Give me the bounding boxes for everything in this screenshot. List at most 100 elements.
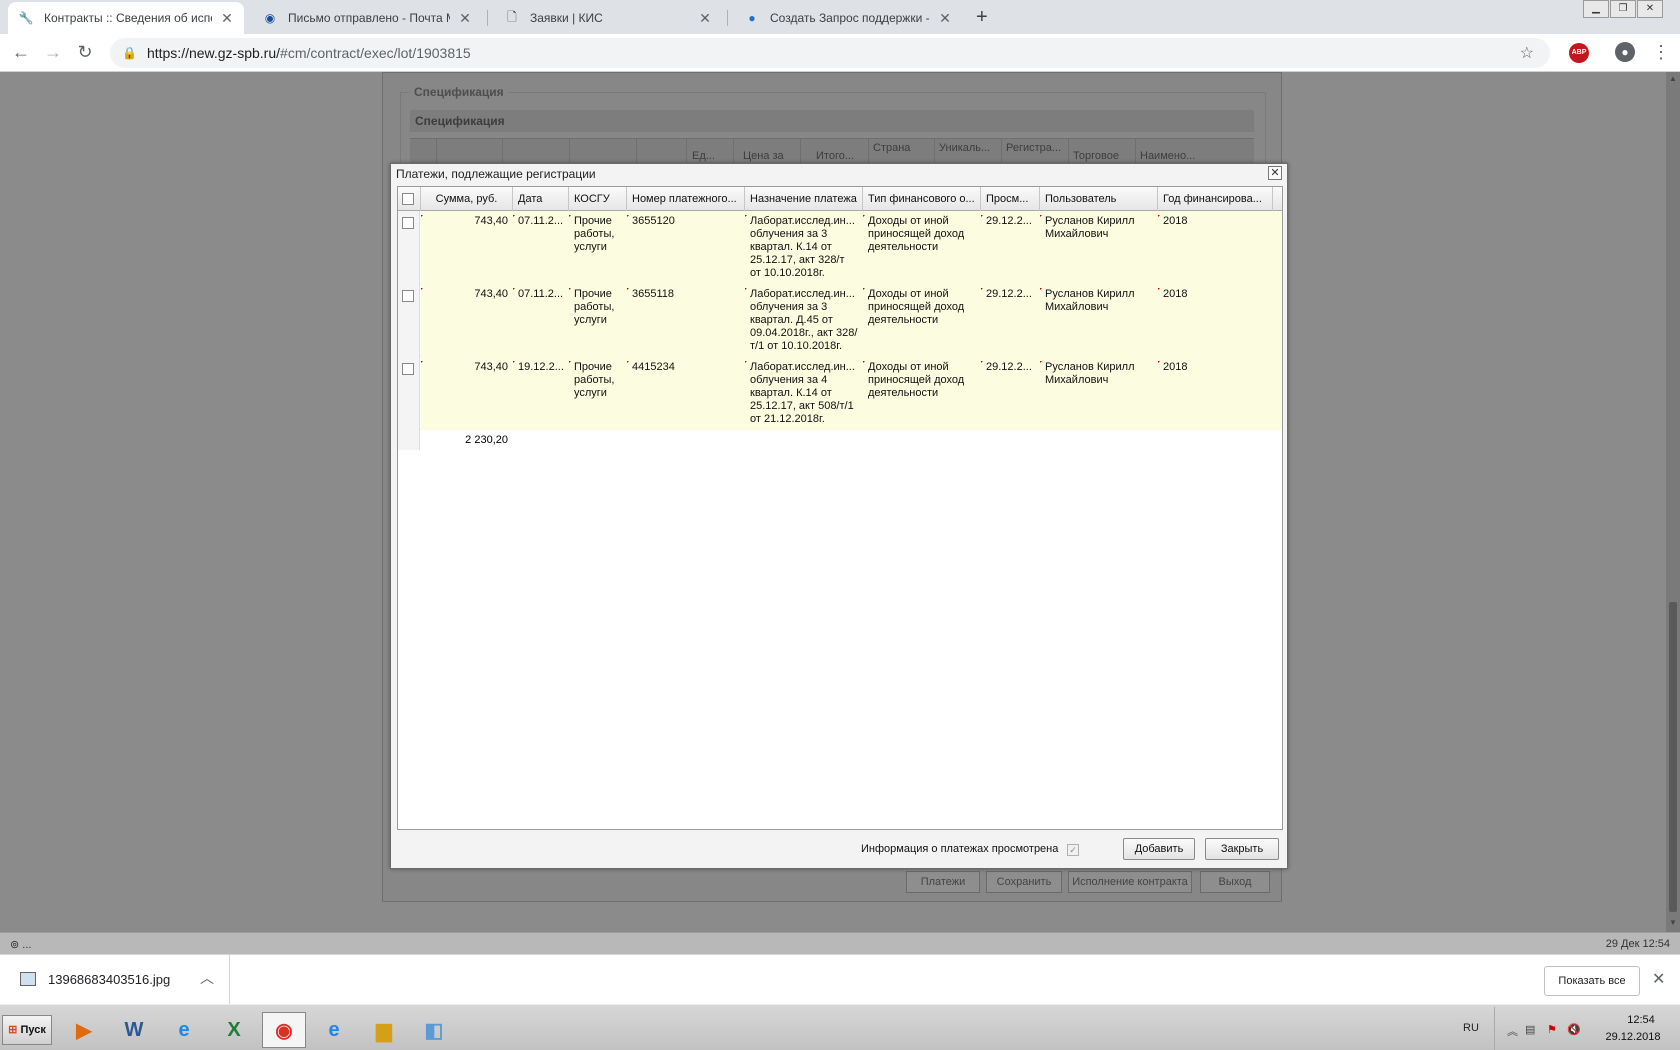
row-body: 743,40 07.11.2... Прочие работы, услуги … (421, 211, 1282, 284)
flag-alert-icon[interactable]: ⚑ (1547, 1023, 1557, 1036)
close-button[interactable]: Закрыть (1205, 838, 1279, 860)
table-row[interactable]: 743,40 19.12.2... Прочие работы, услуги … (398, 357, 1282, 430)
restore-button[interactable]: ❐ (1610, 0, 1636, 18)
row-checkbox[interactable] (402, 290, 414, 302)
close-icon[interactable]: ✕ (458, 10, 472, 27)
start-button[interactable]: ⊞ Пуск (2, 1015, 52, 1045)
save-button[interactable]: Сохранить (986, 871, 1062, 893)
spec-column-header: Страна (873, 142, 911, 154)
scrollbar-thumb[interactable] (1669, 602, 1677, 912)
bookmark-star-icon[interactable]: ☆ (1520, 43, 1534, 63)
close-icon[interactable]: ✕ (220, 10, 234, 27)
cell-viewed: 29.12.2... (981, 288, 1040, 301)
payments-dialog: Платежи, подлежащие регистрации ✕ Сумма,… (390, 163, 1288, 869)
ie-icon[interactable]: e (162, 1012, 206, 1048)
language-indicator[interactable]: RU (1463, 1022, 1479, 1034)
network-icon[interactable]: ▤ (1525, 1023, 1535, 1036)
forward-button[interactable]: → (42, 42, 64, 63)
column-header-fin-year[interactable]: Год финансирова... (1158, 187, 1273, 211)
account-icon[interactable]: ● (1615, 42, 1635, 62)
column-divider (1068, 138, 1069, 166)
spec-column-header: Уникаль... (939, 142, 991, 154)
browser-tab-mail[interactable]: ◉ Письмо отправлено - Почта Mail.Ru ✕ (252, 2, 482, 34)
explorer-folder-icon[interactable]: ▆ (362, 1012, 406, 1048)
column-header-viewed[interactable]: Просм... (981, 187, 1040, 211)
spec-column-header: Регистра... (1006, 142, 1062, 154)
column-header-user[interactable]: Пользователь (1040, 187, 1158, 211)
column-divider (569, 138, 570, 166)
window-close-button[interactable]: ✕ (1637, 0, 1663, 18)
cell-kosgu: Прочие работы, услуги (569, 288, 627, 327)
volume-muted-icon[interactable]: 🔇 (1567, 1023, 1581, 1036)
show-all-button[interactable]: Показать все (1544, 966, 1640, 996)
scroll-down-arrow-icon[interactable]: ▼ (1669, 918, 1677, 927)
ie-icon[interactable]: e (312, 1012, 356, 1048)
cell-amount: 743,40 (421, 361, 513, 374)
new-tab-button[interactable]: + (976, 6, 988, 29)
cell-payment-number: 3655120 (627, 215, 745, 228)
address-bar[interactable]: 🔒 https://new.gz-spb.ru/#cm/contract/exe… (110, 38, 1550, 68)
tools-icon: 🔧 (18, 11, 34, 25)
word-icon[interactable]: W (112, 1012, 156, 1048)
clock-date[interactable]: 29.12.2018 (1595, 1031, 1671, 1043)
menu-kebab-icon[interactable]: ⋮ (1652, 42, 1670, 63)
row-selector (398, 211, 420, 284)
downloads-bar: 13968683403516.jpg ︿ Показать все ✕ (0, 954, 1680, 1005)
notepad-icon[interactable]: ◧ (412, 1012, 456, 1048)
chrome-icon[interactable]: ◉ (262, 1012, 306, 1048)
cell-kosgu: Прочие работы, услуги (569, 361, 627, 400)
payments-button[interactable]: Платежи (906, 871, 980, 893)
scroll-up-arrow-icon[interactable]: ▲ (1669, 74, 1677, 83)
spec-column-header: Итого... (816, 150, 854, 162)
browser-toolbar: ← → ↻ 🔒 https://new.gz-spb.ru/#cm/contra… (0, 34, 1680, 72)
column-header-date[interactable]: Дата (513, 187, 569, 211)
column-header-fin-type[interactable]: Тип финансового о... (863, 187, 981, 211)
cell-fin-type: Доходы от иной приносящей доход деятельн… (863, 361, 981, 400)
cell-date: 07.11.2... (513, 288, 569, 301)
table-row[interactable]: 743,40 07.11.2... Прочие работы, услуги … (398, 284, 1282, 357)
tab-separator (487, 10, 488, 26)
spec-column-header: Наимено... (1140, 150, 1196, 162)
viewed-info-label: Информация о платежах просмотрена (861, 843, 1059, 855)
tab-title: Контракты :: Сведения об исполн (44, 11, 212, 25)
cell-fin-year: 2018 (1158, 288, 1273, 301)
dialog-title: Платежи, подлежащие регистрации (396, 167, 596, 181)
table-row[interactable]: 743,40 07.11.2... Прочие работы, услуги … (398, 211, 1282, 284)
excel-icon[interactable]: X (212, 1012, 256, 1048)
add-button[interactable]: Добавить (1123, 838, 1195, 860)
column-divider (502, 138, 503, 166)
viewed-info-checkbox[interactable]: ✓ (1067, 844, 1079, 856)
adblock-plus-icon[interactable]: ABP (1569, 43, 1589, 63)
row-checkbox[interactable] (402, 363, 414, 375)
column-divider (1001, 138, 1002, 166)
column-header-payment-number[interactable]: Номер платежного... (627, 187, 745, 211)
cell-payment-number: 3655118 (627, 288, 745, 301)
page-scrollbar[interactable]: ▲ ▼ (1666, 72, 1680, 932)
browser-tab-contracts[interactable]: 🔧 Контракты :: Сведения об исполн ✕ (8, 2, 244, 34)
close-icon[interactable]: ✕ (698, 10, 712, 27)
dialog-close-icon[interactable]: ✕ (1268, 166, 1282, 180)
minimize-button[interactable]: ▁ (1583, 0, 1609, 18)
chevron-up-icon[interactable]: ︿ (200, 968, 214, 988)
column-header-amount[interactable]: Сумма, руб. (421, 187, 513, 211)
close-icon[interactable]: ✕ (1652, 969, 1665, 989)
contract-execution-button[interactable]: Исполнение контракта (1068, 871, 1192, 893)
tray-expand-icon[interactable]: ︽ (1507, 1023, 1518, 1039)
close-icon[interactable]: ✕ (938, 10, 952, 27)
column-header-kosgu[interactable]: КОСГУ (569, 187, 627, 211)
column-header-purpose[interactable]: Назначение платежа (745, 187, 863, 211)
cell-purpose: Лаборат.исслед.ин... облучения за 3 квар… (745, 215, 863, 280)
browser-tab-kis[interactable]: 🗋 Заявки | КИС ✕ (494, 2, 722, 34)
column-divider (1135, 138, 1136, 166)
reload-button[interactable]: ↻ (74, 42, 96, 63)
media-player-icon[interactable]: ▶ (62, 1012, 106, 1048)
download-item[interactable]: 13968683403516.jpg ︿ (0, 955, 230, 1005)
clock-time[interactable]: 12:54 (1611, 1014, 1671, 1026)
back-button[interactable]: ← (10, 42, 32, 63)
download-file-name: 13968683403516.jpg (48, 972, 171, 987)
select-all-checkbox[interactable] (402, 193, 414, 206)
exit-button[interactable]: Выход (1200, 871, 1270, 893)
row-selector (398, 284, 420, 357)
browser-tab-support[interactable]: ● Создать Запрос поддержки - АИС ✕ (734, 2, 962, 34)
row-checkbox[interactable] (402, 217, 414, 229)
